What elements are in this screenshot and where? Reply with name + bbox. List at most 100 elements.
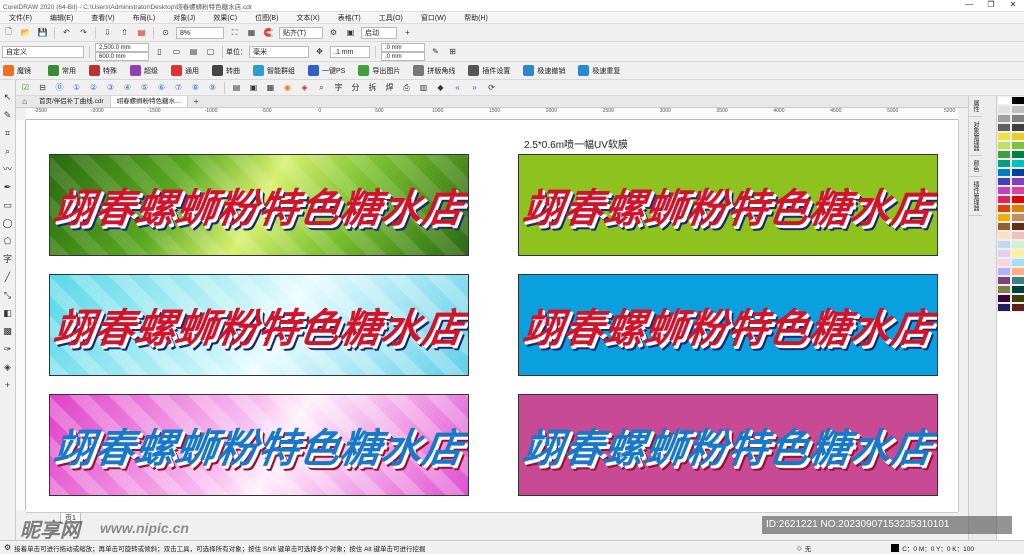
vertical-ruler[interactable]: [16, 120, 26, 510]
snap-dropdown[interactable]: 贴齐(T): [279, 26, 323, 39]
duplicate-x-field[interactable]: .0 mm: [381, 42, 425, 52]
full-screen-icon[interactable]: ⛶: [228, 26, 241, 39]
export-icon[interactable]: ⇧: [118, 26, 131, 39]
menu-file[interactable]: 文件(F): [0, 13, 41, 23]
split-icon[interactable]: 分: [349, 81, 362, 94]
menu-bitmaps[interactable]: 位图(B): [246, 13, 287, 23]
vertical-scrollbar[interactable]: [958, 120, 968, 512]
grid-icon[interactable]: ▦: [264, 81, 277, 94]
palette-swatch[interactable]: [1011, 204, 1024, 213]
palette-swatch[interactable]: [1011, 222, 1024, 231]
tab-document-1[interactable]: 首页/伴侣补丁曲线.cdr: [33, 96, 111, 107]
palette-swatch[interactable]: [1011, 105, 1024, 114]
menu-window[interactable]: 窗口(W): [412, 13, 455, 23]
palette-swatch[interactable]: [1011, 141, 1024, 150]
palette-swatch[interactable]: [1011, 114, 1024, 123]
number-6-icon[interactable]: ⑥: [155, 81, 168, 94]
plugin-super[interactable]: 超级: [144, 66, 158, 76]
menu-view[interactable]: 查看(V): [82, 13, 123, 23]
palette-swatch[interactable]: [1011, 159, 1024, 168]
options-gear-icon[interactable]: ⚙: [327, 26, 340, 39]
maximize-button[interactable]: ❐: [980, 0, 1002, 9]
plugin-smart-group[interactable]: 智能群组: [267, 66, 295, 76]
open-icon[interactable]: 📂: [19, 26, 32, 39]
zoom-tool-icon[interactable]: ⌕: [5, 142, 10, 160]
menu-edit[interactable]: 编辑(E): [41, 13, 82, 23]
duplicate-y-field[interactable]: .0 mm: [381, 51, 425, 61]
layout-icon[interactable]: ▥: [417, 81, 430, 94]
palette-swatch[interactable]: [997, 177, 1011, 186]
crop-icon[interactable]: ▣: [247, 81, 260, 94]
number-2-icon[interactable]: ②: [87, 81, 100, 94]
palette-swatch[interactable]: [1011, 285, 1024, 294]
all-pages-icon[interactable]: ▤: [187, 45, 200, 58]
palette-swatch[interactable]: [997, 294, 1011, 303]
palette-swatch[interactable]: [1011, 186, 1024, 195]
plugin-export-image[interactable]: 导出图片: [372, 66, 400, 76]
palette-swatch[interactable]: [1011, 132, 1024, 141]
break-icon[interactable]: 拆: [366, 81, 379, 94]
align-icon[interactable]: ▤: [230, 81, 243, 94]
palette-swatch[interactable]: [1011, 303, 1024, 312]
palette-swatch[interactable]: [997, 258, 1011, 267]
redo-icon[interactable]: ↷: [77, 26, 90, 39]
menu-help[interactable]: 帮助(H): [455, 13, 497, 23]
palette-swatch[interactable]: [997, 96, 1011, 105]
palette-swatch[interactable]: [1011, 96, 1024, 105]
number-4-icon[interactable]: ④: [121, 81, 134, 94]
crop-tool-icon[interactable]: ⌗: [5, 124, 10, 142]
number-8-icon[interactable]: ⑧: [189, 81, 202, 94]
units-dropdown[interactable]: 毫米: [249, 45, 309, 58]
pdf-icon[interactable]: ▤: [135, 26, 148, 39]
check-icon[interactable]: ☑: [19, 81, 32, 94]
palette-swatch[interactable]: [997, 267, 1011, 276]
edit-icon[interactable]: ✎: [429, 45, 442, 58]
number-9-icon[interactable]: ⑨: [206, 81, 219, 94]
add-tool-icon[interactable]: +: [5, 376, 10, 394]
shadow-tool-icon[interactable]: ◧: [3, 304, 12, 322]
palette-swatch[interactable]: [1011, 240, 1024, 249]
menu-layout[interactable]: 布局(L): [124, 13, 165, 23]
palette-swatch[interactable]: [1011, 276, 1024, 285]
minimize-button[interactable]: —: [958, 0, 980, 9]
dock-tab-properties[interactable]: 属性: [969, 96, 982, 117]
new-tab-icon[interactable]: +: [190, 96, 203, 107]
palette-swatch[interactable]: [997, 141, 1011, 150]
text-tool-icon[interactable]: 字: [332, 81, 345, 94]
palette-swatch[interactable]: [997, 303, 1011, 312]
page-preset-dropdown[interactable]: 自定义: [2, 45, 84, 58]
save-icon[interactable]: 💾: [36, 26, 49, 39]
palette-swatch[interactable]: [997, 213, 1011, 222]
palette-swatch[interactable]: [997, 168, 1011, 177]
banner-green-pattern[interactable]: 翊春螺蛳粉特色糖水店: [49, 154, 469, 256]
plugin-convert-curve[interactable]: 转曲: [226, 66, 240, 76]
portrait-icon[interactable]: ▯: [153, 45, 166, 58]
palette-swatch[interactable]: [997, 195, 1011, 204]
page-add-icon[interactable]: ⊞: [446, 45, 459, 58]
number-3-icon[interactable]: ③: [104, 81, 117, 94]
palette-swatch[interactable]: [997, 105, 1011, 114]
rotate-icon[interactable]: ⟳: [485, 81, 498, 94]
palette-swatch[interactable]: [1011, 177, 1024, 186]
palette-swatch[interactable]: [1011, 294, 1024, 303]
close-button[interactable]: ✕: [1002, 0, 1024, 9]
banner-magenta-solid[interactable]: 翊春螺蛳粉特色糖水店: [518, 394, 938, 496]
line-tool-icon[interactable]: ╱: [5, 268, 10, 286]
fill-tool-icon[interactable]: ◈: [4, 358, 11, 376]
palette-swatch[interactable]: [1011, 213, 1024, 222]
palette-swatch[interactable]: [997, 150, 1011, 159]
color-wheel-icon[interactable]: ◉: [281, 81, 294, 94]
tab-document-2[interactable]: 翊春螺蛳粉特色糖水...: [110, 96, 188, 107]
palette-swatch[interactable]: [997, 276, 1011, 285]
palette-swatch[interactable]: [1011, 123, 1024, 132]
plugin-special[interactable]: 特殊: [103, 66, 117, 76]
palette-swatch[interactable]: [997, 285, 1011, 294]
artistic-media-icon[interactable]: ✒: [4, 178, 12, 196]
search-icon[interactable]: ⌕: [315, 81, 328, 94]
zoom-level-field[interactable]: 8%: [176, 26, 224, 39]
rectangle-tool-icon[interactable]: ▭: [3, 196, 12, 214]
freehand-tool-icon[interactable]: 〰: [3, 160, 12, 178]
ungroup-icon[interactable]: ⊟: [36, 81, 49, 94]
palette-swatch[interactable]: [997, 231, 1011, 240]
print-icon[interactable]: ⎙: [400, 81, 413, 94]
